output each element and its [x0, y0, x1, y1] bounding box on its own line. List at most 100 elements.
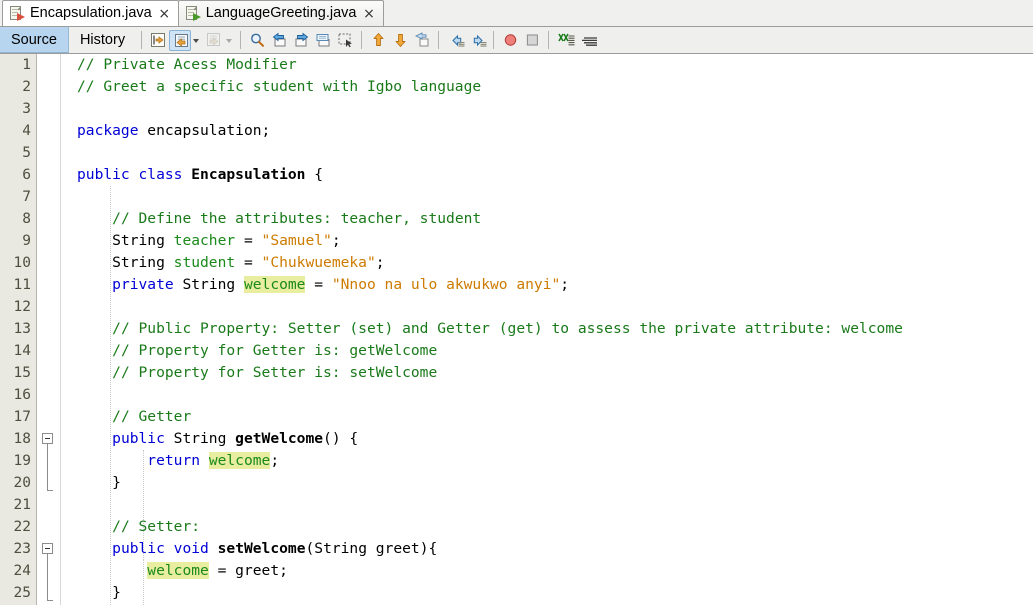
code-line[interactable]: // Property for Getter is: getWelcome: [61, 340, 1033, 362]
comment-icon[interactable]: [554, 30, 576, 51]
code-line[interactable]: // Private Acess Modifier: [61, 54, 1033, 76]
java-file-icon: [9, 5, 25, 22]
code-token: package: [77, 122, 139, 139]
code-text-area[interactable]: // Private Acess Modifier // Greet a spec…: [61, 54, 1033, 605]
editor-tab-languagegreeting[interactable]: LanguageGreeting.java ×: [177, 0, 384, 26]
toolbar-separator: [240, 31, 242, 49]
code-token: class: [138, 166, 183, 183]
code-token: ;: [375, 254, 385, 271]
fold-toggle-icon[interactable]: [42, 543, 53, 554]
code-line[interactable]: // Property for Setter is: setWelcome: [61, 362, 1033, 384]
code-line[interactable]: }: [61, 582, 1033, 604]
inspect-members-icon[interactable]: [411, 30, 433, 51]
line-number: 11: [13, 277, 31, 293]
forward-navigation-icon[interactable]: [202, 30, 224, 51]
shift-left-icon[interactable]: [444, 30, 466, 51]
last-edit-icon[interactable]: [147, 30, 169, 51]
close-icon[interactable]: ×: [158, 7, 171, 21]
code-line[interactable]: // Getter: [61, 406, 1033, 428]
code-token: // Setter:: [112, 518, 201, 535]
previous-error-icon[interactable]: [367, 30, 389, 51]
code-line[interactable]: // Greet a specific student with Igbo la…: [61, 76, 1033, 98]
stop-macro-recording-icon[interactable]: [521, 30, 543, 51]
source-code: // Private Acess Modifier // Greet a spec…: [61, 54, 1033, 604]
code-line[interactable]: [61, 98, 1033, 120]
uncomment-icon[interactable]: [576, 30, 598, 51]
code-token: student: [173, 254, 236, 271]
code-token: return: [147, 452, 201, 469]
code-line[interactable]: return welcome;: [61, 450, 1033, 472]
code-line[interactable]: String student = "Chukwuemeka";: [61, 252, 1033, 274]
fold-range-line: [47, 444, 48, 490]
next-error-icon[interactable]: [389, 30, 411, 51]
line-number: 25: [13, 585, 31, 601]
code-token: setWelcome: [217, 540, 306, 557]
toolbar-separator: [438, 31, 440, 49]
line-number: 12: [13, 299, 31, 315]
code-line[interactable]: }: [61, 472, 1033, 494]
close-icon[interactable]: ×: [363, 7, 376, 21]
fold-range-end: [47, 490, 53, 491]
shift-right-icon[interactable]: [466, 30, 488, 51]
line-number: 9: [22, 233, 31, 249]
code-fold-column[interactable]: [37, 54, 61, 605]
code-line[interactable]: public void setWelcome(String greet){: [61, 538, 1033, 560]
toolbar-separator: [493, 31, 495, 49]
toggle-bookmark-icon[interactable]: [312, 30, 334, 51]
code-line[interactable]: // Setter:: [61, 516, 1033, 538]
line-number: 10: [13, 255, 31, 271]
code-line[interactable]: welcome = greet;: [61, 560, 1033, 582]
rectangular-selection-icon[interactable]: [334, 30, 356, 51]
tab-source[interactable]: Source: [0, 27, 69, 53]
code-token: (String greet){: [305, 540, 438, 557]
code-token: String: [173, 276, 244, 293]
code-token: teacher: [173, 232, 236, 249]
start-macro-recording-icon[interactable]: [499, 30, 521, 51]
previous-bookmark-icon[interactable]: [268, 30, 290, 51]
code-token: // Property for Getter is: getWelcome: [112, 342, 438, 359]
toolbar-separator: [141, 31, 143, 49]
editor-tab-label: Encapsulation.java: [30, 5, 152, 22]
editor-tab-encapsulation[interactable]: Encapsulation.java ×: [2, 0, 179, 26]
code-token: welcome: [243, 276, 306, 293]
fold-toggle-icon[interactable]: [42, 433, 53, 444]
back-navigation-dropdown-icon[interactable]: [191, 30, 202, 51]
code-line[interactable]: public String getWelcome() {: [61, 428, 1033, 450]
line-number: 3: [22, 101, 31, 117]
code-token: String: [164, 430, 236, 447]
code-token: String: [77, 232, 174, 249]
code-token: void: [173, 540, 209, 557]
code-line[interactable]: public class Encapsulation {: [61, 164, 1033, 186]
tab-history[interactable]: History: [69, 27, 136, 53]
editor-tab-bar: Encapsulation.java × LanguageGreeting.ja…: [0, 0, 1033, 27]
back-navigation-icon[interactable]: [169, 29, 192, 51]
code-token: welcome: [147, 562, 209, 579]
find-selection-icon[interactable]: [246, 30, 268, 51]
line-number: 8: [22, 211, 31, 227]
code-token: public: [112, 540, 165, 557]
line-number: 14: [13, 343, 31, 359]
line-number: 24: [13, 563, 31, 579]
code-line[interactable]: [61, 494, 1033, 516]
code-line[interactable]: [61, 384, 1033, 406]
forward-navigation-dropdown-icon[interactable]: [224, 30, 235, 51]
line-number: 4: [22, 123, 31, 139]
code-line[interactable]: private String welcome = "Nnoo na ulo ak…: [61, 274, 1033, 296]
next-bookmark-icon[interactable]: [290, 30, 312, 51]
code-line[interactable]: [61, 296, 1033, 318]
code-token: }: [77, 474, 121, 491]
code-line[interactable]: [61, 186, 1033, 208]
code-line[interactable]: package encapsulation;: [61, 120, 1033, 142]
code-line[interactable]: // Public Property: Setter (set) and Get…: [61, 318, 1033, 340]
code-token: =: [235, 232, 262, 249]
code-line[interactable]: // Define the attributes: teacher, stude…: [61, 208, 1033, 230]
code-line[interactable]: [61, 142, 1033, 164]
code-line[interactable]: String teacher = "Samuel";: [61, 230, 1033, 252]
code-editor[interactable]: 1 2 3 4 5 6 7 8 9 10 11 12 13 14 15 16 17 18 19 20 21 22 23 24 2…: [0, 54, 1033, 605]
code-token: {: [305, 166, 324, 183]
